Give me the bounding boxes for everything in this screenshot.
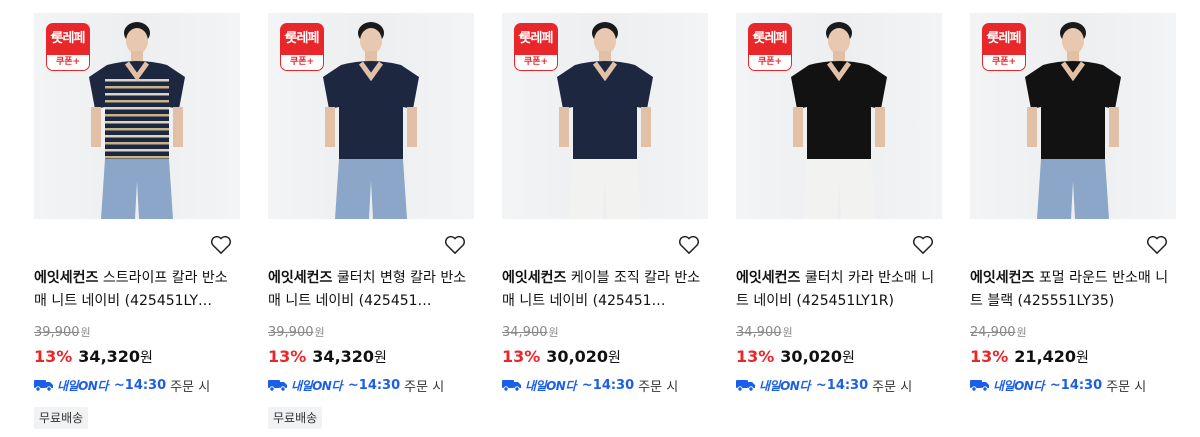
- delivery-suffix: 주문 시: [638, 379, 679, 395]
- product-card-3[interactable]: ✦ 롯레페 쿠폰+ 에잇세컨즈 케이블 조직 칼라 반소매 니트 네이비 (425…: [502, 13, 708, 395]
- wishlist-heart-icon[interactable]: [912, 235, 934, 255]
- truck-icon: [970, 380, 989, 392]
- model-figure: [1025, 22, 1121, 219]
- product-title[interactable]: 에잇세컨즈 쿨터치 변형 칼라 반소매 니트 네이비 (425451…: [268, 267, 474, 313]
- product-card-2[interactable]: ✦ 롯레페 쿠폰+ 에잇세컨즈 쿨터치 변형 칼라 반소매 니트 네이비 (425…: [268, 13, 474, 429]
- delivery-service-label: 내일ON다: [525, 378, 576, 393]
- delivery-suffix: 주문 시: [170, 379, 211, 395]
- delivery-info: 내일ON다 ~14:30 주문 시: [736, 375, 912, 395]
- lotte-coupon-badge: ✦ 롯레페 쿠폰+: [514, 23, 558, 71]
- delivery-cutoff: ~14:30: [815, 377, 869, 393]
- sale-price: 13% 30,020원: [502, 347, 621, 366]
- delivery-service-label: 내일ON다: [993, 378, 1044, 393]
- sparkle-icon: ✦: [751, 31, 759, 42]
- brand-name: 에잇세컨즈: [970, 270, 1035, 286]
- brand-name: 에잇세컨즈: [736, 270, 801, 286]
- discount-rate: 13%: [502, 347, 541, 366]
- delivery-suffix: 주문 시: [872, 379, 913, 395]
- original-price: 39,900원: [34, 325, 91, 340]
- delivery-info: 내일ON다 ~14:30 주문 시: [502, 375, 678, 395]
- brand-name: 에잇세컨즈: [502, 270, 567, 286]
- model-figure: [791, 22, 887, 219]
- product-grid: ✦ 롯레페 쿠폰+ 에잇세컨즈 스트라이프 칼라 반소매 니트 네이비 (4254…: [0, 0, 1200, 437]
- delivery-service-label: 내일ON다: [759, 378, 810, 393]
- delivery-cutoff: ~14:30: [581, 377, 635, 393]
- lotte-coupon-badge: ✦ 롯레페 쿠폰+: [46, 23, 90, 71]
- model-figure: [557, 22, 653, 219]
- delivery-info: 내일ON다 ~14:30 주문 시: [970, 375, 1146, 395]
- sale-price: 13% 34,320원: [268, 347, 387, 366]
- discount-rate: 13%: [970, 347, 1009, 366]
- lotte-coupon-badge: ✦ 롯레페 쿠폰+: [748, 23, 792, 71]
- truck-icon: [268, 380, 287, 392]
- delivery-service-label: 내일ON다: [57, 378, 108, 393]
- product-image[interactable]: ✦ 롯레페 쿠폰+: [34, 13, 240, 219]
- model-figure: [323, 22, 419, 219]
- wishlist-heart-icon[interactable]: [210, 235, 232, 255]
- discount-rate: 13%: [268, 347, 307, 366]
- original-price: 39,900원: [268, 325, 325, 340]
- original-price: 34,900원: [502, 325, 559, 340]
- product-card-4[interactable]: ✦ 롯레페 쿠폰+ 에잇세컨즈 쿨터치 카라 반소매 니트 네이비 (425451…: [736, 13, 942, 395]
- product-card-5[interactable]: ✦ 롯레페 쿠폰+ 에잇세컨즈 포멀 라운드 반소매 니트 블랙 (425551L…: [970, 13, 1176, 395]
- product-image[interactable]: ✦ 롯레페 쿠폰+: [502, 13, 708, 219]
- wishlist-heart-icon[interactable]: [678, 235, 700, 255]
- brand-name: 에잇세컨즈: [268, 270, 333, 286]
- lotte-coupon-badge: ✦ 롯레페 쿠폰+: [982, 23, 1026, 71]
- sparkle-icon: ✦: [49, 31, 57, 42]
- free-shipping-tag: 무료배송: [268, 407, 323, 429]
- product-title[interactable]: 에잇세컨즈 스트라이프 칼라 반소매 니트 네이비 (425451LY…: [34, 267, 240, 313]
- sale-price: 13% 30,020원: [736, 347, 855, 366]
- product-title[interactable]: 에잇세컨즈 포멀 라운드 반소매 니트 블랙 (425551LY35): [970, 267, 1176, 313]
- delivery-cutoff: ~14:30: [1049, 377, 1103, 393]
- delivery-service-label: 내일ON다: [291, 378, 342, 393]
- discount-rate: 13%: [34, 347, 73, 366]
- delivery-info: 내일ON다 ~14:30 주문 시: [268, 375, 444, 395]
- wishlist-heart-icon[interactable]: [1146, 235, 1168, 255]
- original-price: 34,900원: [736, 325, 793, 340]
- truck-icon: [736, 380, 755, 392]
- sale-price: 13% 34,320원: [34, 347, 153, 366]
- original-price: 24,900원: [970, 325, 1027, 340]
- delivery-suffix: 주문 시: [1106, 379, 1147, 395]
- free-shipping-tag: 무료배송: [34, 407, 89, 429]
- sparkle-icon: ✦: [283, 31, 291, 42]
- product-card-1[interactable]: ✦ 롯레페 쿠폰+ 에잇세컨즈 스트라이프 칼라 반소매 니트 네이비 (4254…: [34, 13, 240, 429]
- wishlist-heart-icon[interactable]: [444, 235, 466, 255]
- truck-icon: [34, 380, 53, 392]
- product-title[interactable]: 에잇세컨즈 케이블 조직 칼라 반소매 니트 네이비 (425451…: [502, 267, 708, 313]
- discount-rate: 13%: [736, 347, 775, 366]
- product-image[interactable]: ✦ 롯레페 쿠폰+: [736, 13, 942, 219]
- product-image[interactable]: ✦ 롯레페 쿠폰+: [970, 13, 1176, 219]
- brand-name: 에잇세컨즈: [34, 270, 99, 286]
- delivery-info: 내일ON다 ~14:30 주문 시: [34, 375, 210, 395]
- model-figure: [89, 22, 185, 219]
- delivery-cutoff: ~14:30: [347, 377, 401, 393]
- product-title[interactable]: 에잇세컨즈 쿨터치 카라 반소매 니트 네이비 (425451LY1R): [736, 267, 942, 313]
- sparkle-icon: ✦: [985, 31, 993, 42]
- delivery-cutoff: ~14:30: [113, 377, 167, 393]
- lotte-coupon-badge: ✦ 롯레페 쿠폰+: [280, 23, 324, 71]
- sparkle-icon: ✦: [517, 31, 525, 42]
- delivery-suffix: 주문 시: [404, 379, 445, 395]
- sale-price: 13% 21,420원: [970, 347, 1089, 366]
- truck-icon: [502, 380, 521, 392]
- product-image[interactable]: ✦ 롯레페 쿠폰+: [268, 13, 474, 219]
